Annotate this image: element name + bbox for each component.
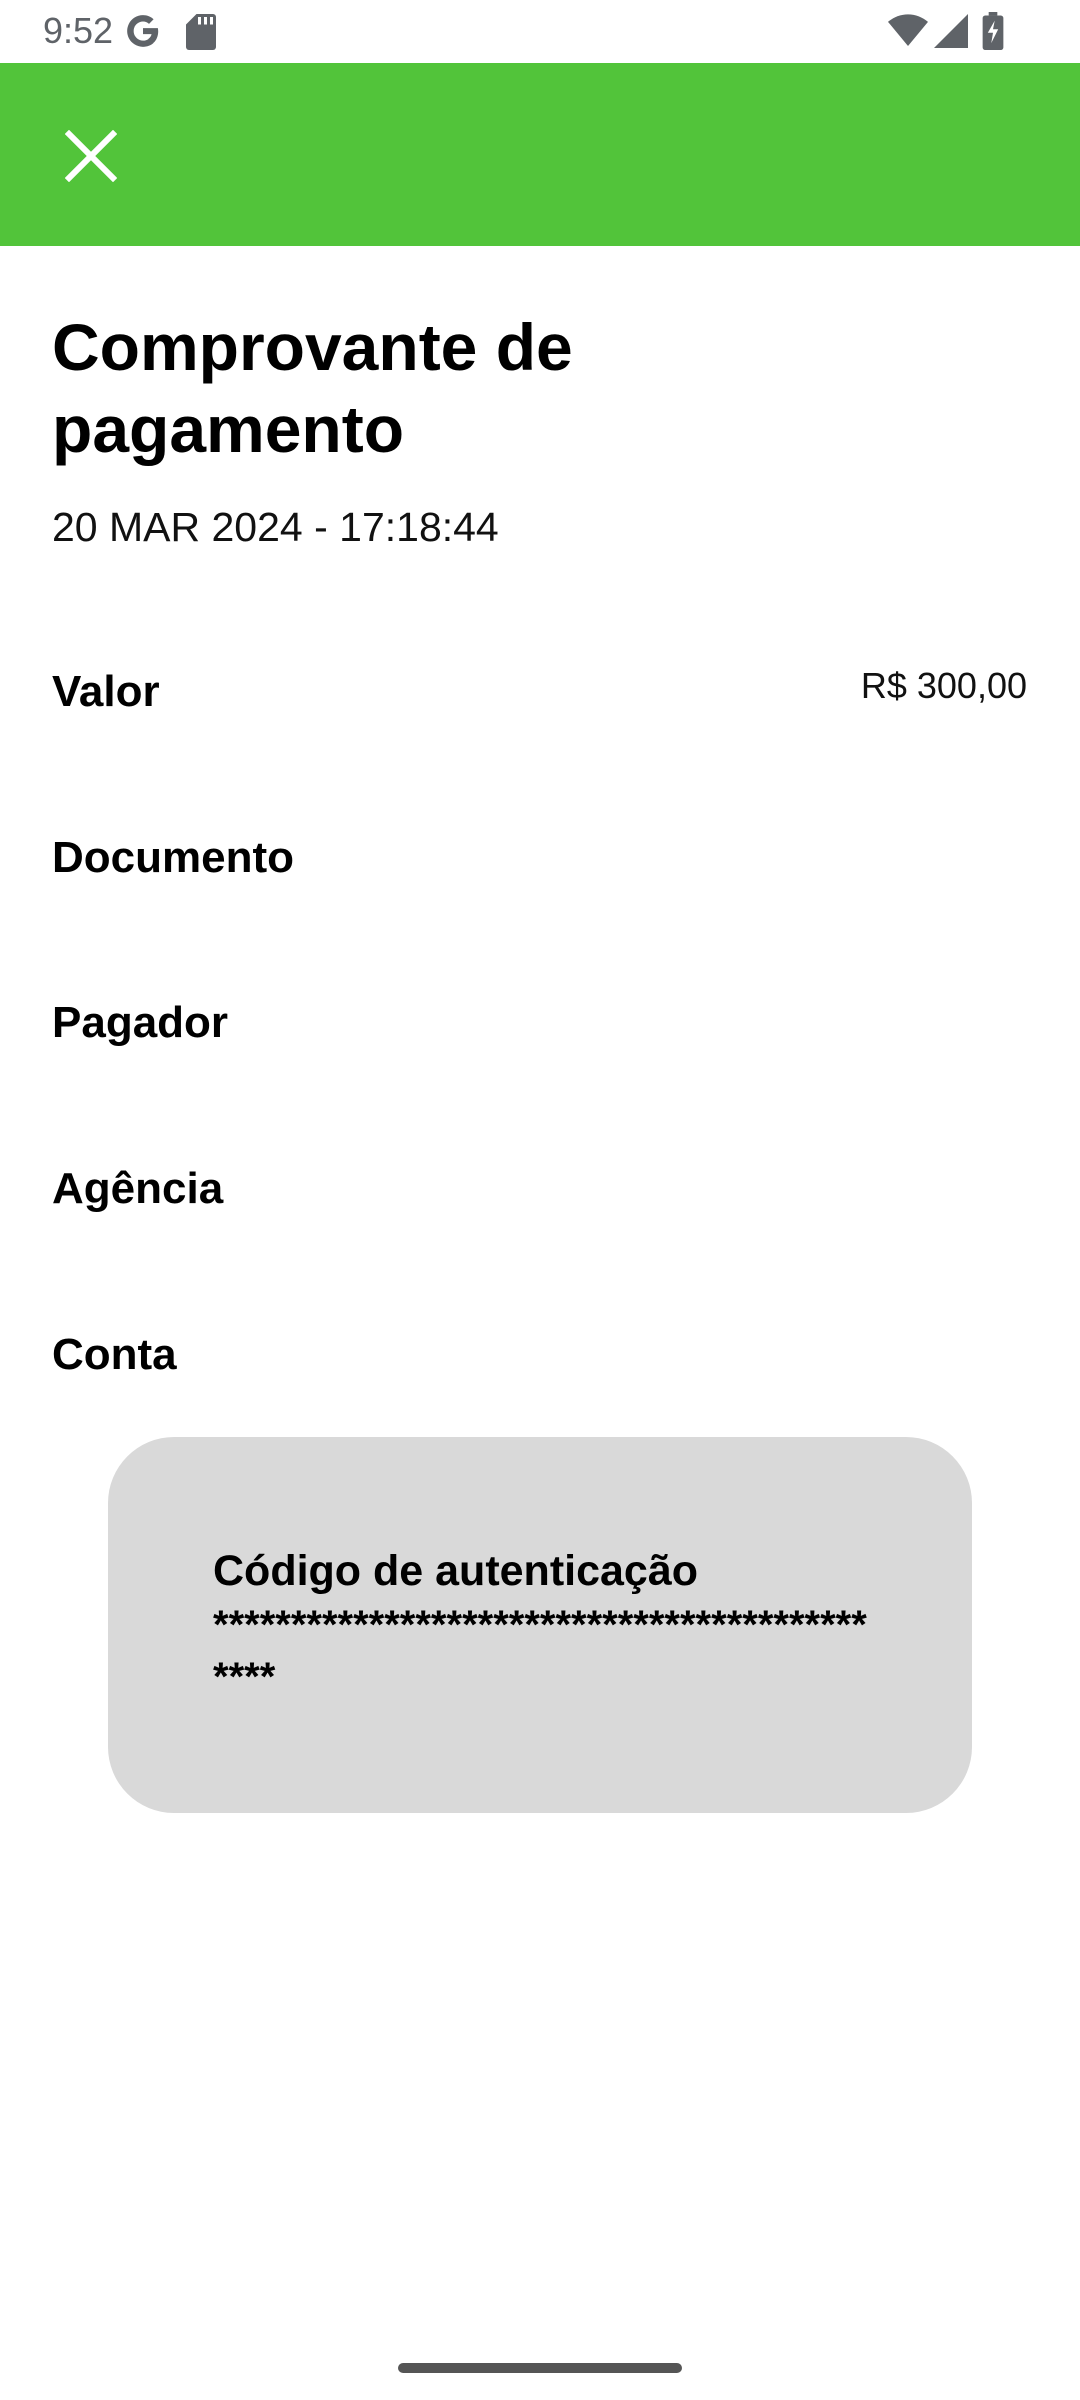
wifi-icon — [888, 14, 928, 47]
payment-datetime: 20 MAR 2024 - 17:18:44 — [52, 504, 499, 550]
authentication-title: Código de autenticação — [213, 1547, 699, 1595]
detail-row-documento: Documento — [52, 823, 1027, 893]
detail-label: Documento — [52, 833, 294, 882]
google-icon — [127, 15, 159, 47]
detail-value: R$ 300,00 — [860, 665, 1027, 706]
sd-card-icon — [186, 14, 216, 50]
status-bar: 9:52 — [0, 0, 1080, 63]
authentication-card: Código de autenticação *****************… — [108, 1437, 972, 1813]
detail-row-pagador: Pagador — [52, 988, 1027, 1058]
page-title: Comprovante de pagamento — [52, 310, 573, 466]
signal-icon — [934, 14, 968, 48]
detail-label: Pagador — [52, 998, 229, 1047]
detail-row-conta: Conta — [52, 1320, 1027, 1390]
detail-label: Agência — [52, 1164, 224, 1213]
detail-row-valor: Valor R$ 300,00 — [52, 657, 1027, 727]
battery-charging-icon — [982, 12, 1004, 50]
detail-label: Conta — [52, 1330, 177, 1379]
app-bar — [0, 63, 1080, 246]
screen: 9:52 Comprovante de pagamento 20 MAR 202… — [0, 0, 1080, 2400]
detail-label: Valor — [52, 667, 160, 716]
close-button[interactable] — [56, 121, 126, 191]
status-time: 9:52 — [43, 10, 114, 51]
close-icon — [65, 130, 117, 182]
gesture-nav-handle[interactable] — [398, 2363, 682, 2373]
detail-row-agencia: Agência — [52, 1154, 1027, 1224]
authentication-code: ****************************************… — [213, 1603, 867, 1699]
